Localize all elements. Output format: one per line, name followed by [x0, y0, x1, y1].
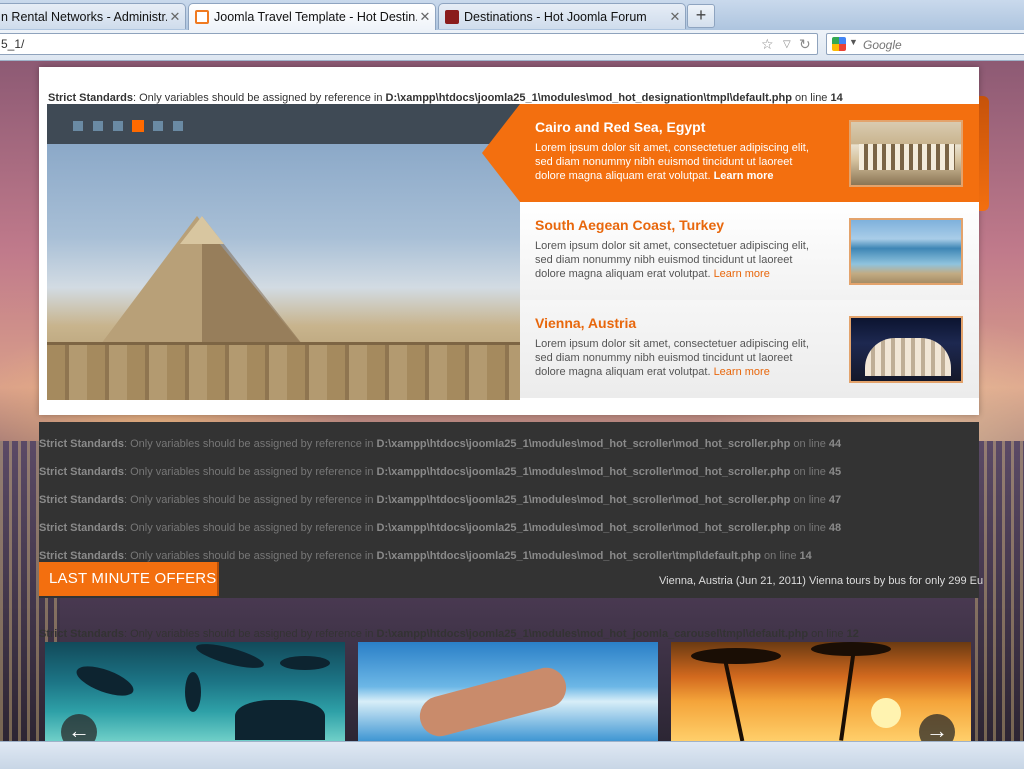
item-description: Lorem ipsum dolor sit amet, consectetuer… — [535, 240, 809, 280]
forum-favicon-icon — [445, 9, 459, 24]
offers-ticker[interactable]: Vienna, Austria (Jun 21, 2011) Vienna to… — [659, 575, 983, 587]
xampp-favicon-icon — [195, 10, 209, 24]
carousel-image-waterslide[interactable] — [358, 642, 658, 741]
history-dropdown-icon[interactable]: ▽ — [783, 39, 791, 50]
ruins — [47, 342, 520, 400]
palm-trunk — [839, 642, 857, 741]
page-viewport: Strict Standards: Only variables should … — [0, 61, 1024, 741]
item-description: Lorem ipsum dolor sit amet, consectetuer… — [535, 142, 809, 182]
close-tab-icon[interactable]: ✕ — [417, 9, 433, 25]
search-box[interactable]: ▼ — [826, 33, 1024, 55]
reload-icon[interactable]: ↻ — [799, 36, 811, 53]
slider-dot-4-active[interactable] — [132, 120, 144, 132]
strict-standards-notice: Strict Standards: Only variables should … — [39, 628, 859, 640]
slider-dot-1[interactable] — [73, 121, 83, 131]
item-title[interactable]: South Aegean Coast, Turkey — [535, 217, 724, 233]
tab-destinations-forum[interactable]: Destinations - Hot Joomla Forum ✕ — [438, 3, 686, 29]
learn-more-link[interactable]: Learn more — [714, 366, 770, 378]
bookmark-star-icon[interactable]: ☆ — [761, 36, 774, 53]
last-minute-offers-button[interactable]: LAST MINUTE OFFERS — [39, 562, 219, 596]
slider-dot-2[interactable] — [93, 121, 103, 131]
strict-standards-notice: Strict Standards: Only variables should … — [39, 522, 842, 534]
fish — [185, 672, 201, 712]
search-input[interactable] — [861, 36, 1024, 54]
strict-standards-notice: Strict Standards: Only variables should … — [39, 494, 842, 506]
strict-standards-notice: Strict Standards: Only variables should … — [39, 438, 842, 450]
thumbnail-turkey[interactable] — [849, 218, 963, 285]
scroller-band: Strict Standards: Only variables should … — [39, 422, 983, 598]
tab-bar: n Rental Networks - Administr... ✕ Jooml… — [0, 0, 1024, 31]
item-title[interactable]: Vienna, Austria — [535, 315, 636, 331]
navigation-bar: 5_1/ ☆ ▽ ↻ ▼ — [0, 30, 1024, 61]
fish — [280, 656, 330, 670]
thumbnail-vienna[interactable] — [849, 316, 963, 383]
slider-dot-5[interactable] — [153, 121, 163, 131]
slider-pager — [47, 104, 520, 144]
close-tab-icon[interactable]: ✕ — [167, 9, 183, 25]
strict-standards-notice: Strict Standards: Only variables should … — [39, 466, 842, 478]
thumbnail-cairo[interactable] — [849, 120, 963, 187]
tab-title: n Rental Networks - Administr... — [1, 9, 167, 24]
slider-item-turkey[interactable]: South Aegean Coast, Turkey Lorem ipsum d… — [520, 202, 979, 300]
search-engine-dropdown-icon[interactable]: ▼ — [849, 37, 858, 47]
slider-item-cairo[interactable]: Cairo and Red Sea, Egypt Lorem ipsum dol… — [482, 96, 989, 211]
strict-standards-notice: Strict Standards: Only variables should … — [48, 92, 843, 104]
item-title[interactable]: Cairo and Red Sea, Egypt — [535, 119, 705, 135]
opera-building — [865, 338, 951, 376]
tab-title: Destinations - Hot Joomla Forum — [464, 9, 647, 24]
close-tab-icon[interactable]: ✕ — [667, 9, 683, 25]
google-icon[interactable] — [832, 37, 846, 51]
ribbon-curl — [979, 96, 989, 211]
hero-image-pyramid — [47, 104, 520, 400]
palm-leaves — [691, 648, 781, 664]
background-city-right — [975, 441, 1024, 741]
status-bar — [0, 741, 1024, 769]
strict-standards-notice: Strict Standards: Only variables should … — [39, 550, 812, 562]
silhouettes — [235, 700, 325, 740]
new-tab-button[interactable]: + — [687, 4, 715, 28]
tab-joomla-travel-template[interactable]: Joomla Travel Template - Hot Destin... ✕ — [188, 3, 436, 30]
slider-dot-3[interactable] — [113, 121, 123, 131]
image-carousel: ← → — [45, 642, 972, 741]
destination-slider: Cairo and Red Sea, Egypt Lorem ipsum dol… — [47, 96, 989, 400]
learn-more-link[interactable]: Learn more — [714, 268, 770, 280]
temple-columns — [859, 144, 955, 170]
fish — [194, 642, 266, 673]
swimmers — [415, 663, 571, 741]
item-description: Lorem ipsum dolor sit amet, consectetuer… — [535, 338, 809, 378]
address-bar[interactable]: 5_1/ ☆ ▽ ↻ — [0, 33, 818, 55]
tab-title: Joomla Travel Template - Hot Destin... — [214, 10, 417, 24]
pyramid-cap — [180, 216, 224, 244]
learn-more-link[interactable]: Learn more — [714, 170, 774, 182]
active-item-arrow — [482, 104, 520, 202]
slider-dot-6[interactable] — [173, 121, 183, 131]
fish — [73, 660, 137, 702]
tab-rental-networks[interactable]: n Rental Networks - Administr... ✕ — [0, 3, 186, 29]
palm-leaves — [811, 642, 891, 656]
palm-trunk — [721, 652, 745, 741]
sun — [871, 698, 901, 728]
slider-item-vienna[interactable]: Vienna, Austria Lorem ipsum dolor sit am… — [520, 300, 979, 398]
url-text: 5_1/ — [1, 37, 25, 51]
